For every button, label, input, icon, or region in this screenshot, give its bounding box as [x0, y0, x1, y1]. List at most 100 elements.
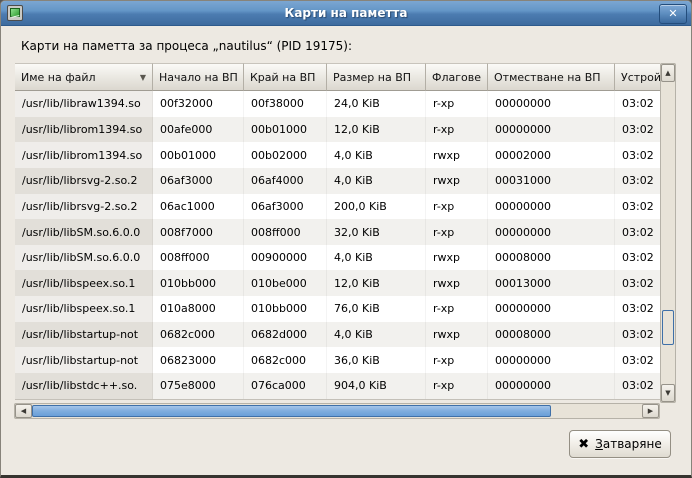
table-cell: 076ca000 — [244, 373, 327, 399]
table-cell: 06af3000 — [153, 168, 244, 194]
table-cell: r-xp — [426, 347, 488, 373]
table-cell: 00afe000 — [153, 117, 244, 143]
table-cell: 00000000 — [488, 373, 615, 399]
column-header-vm-start[interactable]: Начало на ВП — [153, 63, 244, 91]
table-cell: 00008000 — [488, 245, 615, 271]
table-cell: 0682c000 — [153, 322, 244, 348]
titlebar[interactable]: Карти на паметта ✕ — [1, 1, 691, 26]
table-row[interactable]: /usr/lib/libstartup-not0682c0000682d0004… — [15, 322, 660, 348]
table-row[interactable]: /usr/lib/libSM.so.6.0.0008f7000008ff0003… — [15, 219, 660, 245]
table-cell: 0682c000 — [244, 347, 327, 373]
table-cell: /usr/lib/librsvg-2.so.2 — [15, 194, 153, 220]
table-row[interactable]: /usr/lib/librom1394.so00afe00000b0100012… — [15, 117, 660, 143]
table-cell: 010a8000 — [153, 296, 244, 322]
table-cell: 03:02 — [615, 245, 660, 271]
table-cell: 4,0 KiB — [327, 142, 426, 168]
vertical-scrollbar-thumb[interactable] — [662, 310, 674, 345]
table-cell: /usr/lib/libSM.so.6.0.0 — [15, 219, 153, 245]
table-cell: /usr/lib/libstartup-not — [15, 347, 153, 373]
table-cell: 075e8000 — [153, 373, 244, 399]
close-x-icon: ✖ — [578, 438, 589, 451]
table-cell: 00000000 — [488, 219, 615, 245]
sort-descending-icon: ▼ — [134, 73, 146, 82]
table-cell: 03:02 — [615, 322, 660, 348]
table-cell: 76,0 KiB — [327, 296, 426, 322]
table-cell: 0682d000 — [244, 322, 327, 348]
table-body: /usr/lib/libraw1394.so00f3200000f3800024… — [15, 91, 660, 400]
column-header-flags[interactable]: Флагове — [426, 63, 488, 91]
table-row[interactable]: /usr/lib/librsvg-2.so.206af300006af40004… — [15, 168, 660, 194]
memory-maps-dialog: Карти на паметта ✕ Карти на паметта за п… — [0, 0, 692, 478]
column-header-device[interactable]: Устройство — [615, 63, 660, 91]
table-row[interactable]: /usr/lib/librsvg-2.so.206ac100006af30002… — [15, 194, 660, 220]
table-row[interactable]: /usr/lib/librom1394.so00b0100000b020004,… — [15, 142, 660, 168]
column-header-vm-offset[interactable]: Отместване на ВП — [488, 63, 615, 91]
table-cell: 00f38000 — [244, 91, 327, 117]
table-row[interactable]: /usr/lib/libstdc++.so.075e8000076ca00090… — [15, 373, 660, 399]
scroll-right-icon[interactable]: ▶ — [642, 404, 659, 418]
table-cell: 03:02 — [615, 91, 660, 117]
table-cell: 008ff000 — [244, 219, 327, 245]
table-cell: 03:02 — [615, 296, 660, 322]
table-cell: 03:02 — [615, 373, 660, 399]
table-cell: 00900000 — [244, 245, 327, 271]
table-cell: /usr/lib/libstdc++.so. — [15, 373, 153, 399]
table-cell: rwxp — [426, 270, 488, 296]
table-row[interactable]: /usr/lib/libraw1394.so00f3200000f3800024… — [15, 91, 660, 117]
table-cell: r-xp — [426, 296, 488, 322]
table-cell: 00000000 — [488, 194, 615, 220]
table-cell: 904,0 KiB — [327, 373, 426, 399]
table-header-row: Име на файл ▼ Начало на ВП Край на ВП Ра… — [15, 63, 660, 91]
table-cell: 03:02 — [615, 219, 660, 245]
table-cell: 03:02 — [615, 347, 660, 373]
table-cell: 00b02000 — [244, 142, 327, 168]
table-cell: 010be000 — [244, 270, 327, 296]
vertical-scrollbar[interactable]: ▲ ▼ — [660, 63, 676, 403]
table-cell: 00b01000 — [244, 117, 327, 143]
table-cell: 32,0 KiB — [327, 219, 426, 245]
table-cell: 24,0 KiB — [327, 91, 426, 117]
table-cell: 03:02 — [615, 194, 660, 220]
table-cell: 00000000 — [488, 347, 615, 373]
table-cell: 36,0 KiB — [327, 347, 426, 373]
column-header-vm-end[interactable]: Край на ВП — [244, 63, 327, 91]
table-row[interactable]: /usr/lib/libspeex.so.1010bb000010be00012… — [15, 270, 660, 296]
table-cell: 03:02 — [615, 168, 660, 194]
table-cell: rwxp — [426, 245, 488, 271]
scroll-up-icon[interactable]: ▲ — [661, 64, 675, 82]
horizontal-scrollbar-thumb[interactable] — [32, 405, 551, 417]
table-cell: 03:02 — [615, 117, 660, 143]
table-cell: 06af3000 — [244, 194, 327, 220]
table-cell: r-xp — [426, 373, 488, 399]
memory-maps-table: Име на файл ▼ Начало на ВП Край на ВП Ра… — [15, 63, 660, 400]
scroll-down-icon[interactable]: ▼ — [661, 384, 675, 402]
table-cell: 06af4000 — [244, 168, 327, 194]
table-cell: /usr/lib/librom1394.so — [15, 117, 153, 143]
table-cell: 00f32000 — [153, 91, 244, 117]
table-row[interactable]: /usr/lib/libSM.so.6.0.0008ff000009000004… — [15, 245, 660, 271]
table-cell: 010bb000 — [153, 270, 244, 296]
table-cell: r-xp — [426, 117, 488, 143]
table-cell: r-xp — [426, 219, 488, 245]
table-cell: r-xp — [426, 194, 488, 220]
table-cell: 03:02 — [615, 142, 660, 168]
table-cell: 00000000 — [488, 296, 615, 322]
horizontal-scrollbar[interactable]: ◀ ▶ — [14, 403, 660, 419]
table-cell: 4,0 KiB — [327, 168, 426, 194]
table-cell: /usr/lib/librsvg-2.so.2 — [15, 168, 153, 194]
table-cell: 008ff000 — [153, 245, 244, 271]
column-header-filename[interactable]: Име на файл ▼ — [15, 63, 153, 91]
table-row[interactable]: /usr/lib/libstartup-not068230000682c0003… — [15, 347, 660, 373]
table-cell: /usr/lib/libraw1394.so — [15, 91, 153, 117]
table-cell: /usr/lib/libSM.so.6.0.0 — [15, 245, 153, 271]
scroll-left-icon[interactable]: ◀ — [15, 404, 32, 418]
table-cell: 4,0 KiB — [327, 322, 426, 348]
table-row[interactable]: /usr/lib/libspeex.so.1010a8000010bb00076… — [15, 296, 660, 322]
table-cell: 008f7000 — [153, 219, 244, 245]
close-dialog-button[interactable]: ✖ Затваряне — [569, 430, 671, 458]
table-cell: rwxp — [426, 142, 488, 168]
window-close-icon[interactable]: ✕ — [659, 4, 687, 24]
column-header-vm-size[interactable]: Размер на ВП — [327, 63, 426, 91]
table-cell: 00000000 — [488, 117, 615, 143]
table-cell: 00013000 — [488, 270, 615, 296]
